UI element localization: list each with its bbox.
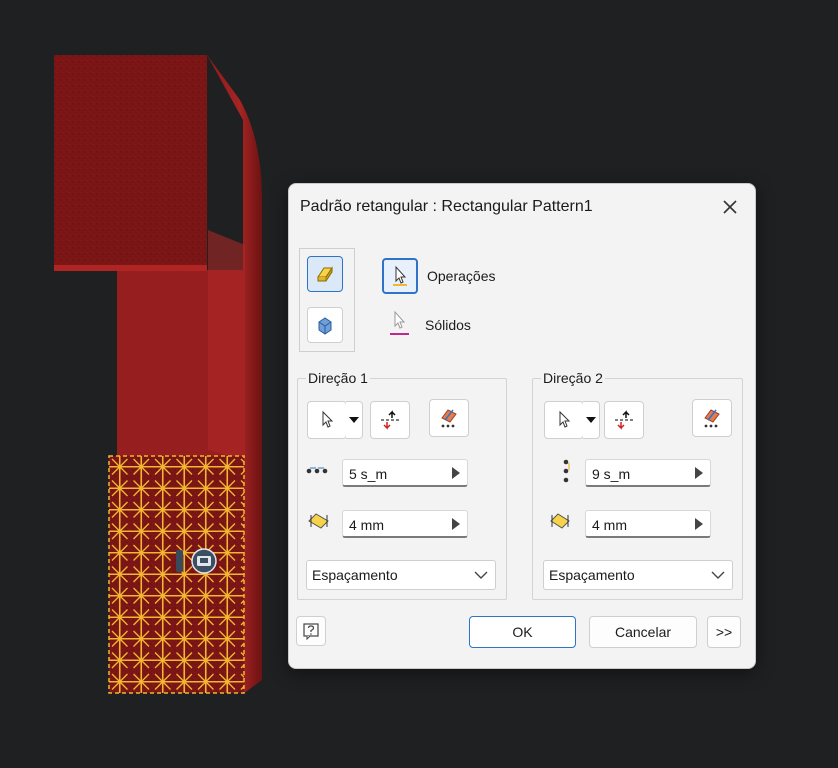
pattern-mode-group	[299, 248, 355, 352]
count-icon	[304, 459, 334, 483]
direction2-spacing-field[interactable]	[585, 510, 711, 538]
chevron-down-icon	[474, 571, 488, 579]
pattern-features-button[interactable]	[307, 256, 343, 292]
count-vertical-icon	[551, 457, 581, 487]
flip-direction-icon	[381, 410, 399, 430]
ok-button[interactable]: OK	[469, 616, 576, 648]
solids-label: Sólidos	[425, 317, 471, 333]
direction1-select-dropdown[interactable]	[346, 401, 363, 439]
play-arrow-icon	[695, 518, 703, 530]
features-label: Operações	[427, 268, 496, 284]
close-icon	[723, 200, 737, 214]
direction1-spacing-arrow[interactable]	[445, 511, 467, 537]
direction2-select-dropdown[interactable]	[583, 401, 600, 439]
pattern-solids-button[interactable]	[307, 307, 343, 343]
dialog-title: Padrão retangular : Rectangular Pattern1	[300, 198, 593, 215]
spacing-icon	[304, 509, 334, 533]
direction1-count-arrow[interactable]	[445, 460, 467, 486]
play-arrow-icon	[452, 467, 460, 479]
direction1-flip-button[interactable]	[370, 401, 410, 439]
midplane-icon	[704, 409, 720, 428]
chevron-down-icon	[711, 571, 725, 579]
direction1-method-select[interactable]: Espaçamento	[306, 560, 496, 590]
direction2-group: Direção 2 9 s_m 4 mm Espaçamento	[532, 370, 743, 600]
cursor-icon	[559, 410, 571, 428]
rectangular-pattern-dialog: Padrão retangular : Rectangular Pattern1	[288, 183, 756, 669]
direction1-midplane-button[interactable]	[429, 399, 469, 437]
direction2-flip-button[interactable]	[604, 401, 644, 439]
direction1-label: Direção 1	[306, 370, 370, 386]
pattern-glyph-icon	[176, 548, 217, 574]
midplane-icon	[441, 409, 457, 428]
play-arrow-icon	[452, 518, 460, 530]
close-button[interactable]	[719, 196, 741, 218]
cursor-icon	[322, 410, 334, 428]
direction2-count-input[interactable]	[586, 460, 694, 487]
direction2-spacing-input[interactable]	[586, 511, 694, 538]
direction2-spacing-arrow[interactable]	[688, 511, 710, 537]
spacing-icon	[545, 509, 575, 533]
direction1-spacing-field[interactable]	[342, 510, 468, 538]
direction1-group: Direção 1 5 s_m 4 mm Espaçamento	[297, 370, 507, 600]
direction2-path-select-button[interactable]	[544, 401, 584, 439]
flip-direction-icon	[615, 410, 633, 430]
pattern-features-icon	[317, 266, 333, 282]
direction1-count-field[interactable]	[342, 459, 468, 487]
direction1-path-select-button[interactable]	[307, 401, 347, 439]
more-options-button[interactable]: >>	[707, 616, 741, 648]
solids-select-button[interactable]	[382, 306, 416, 340]
help-button[interactable]	[296, 616, 326, 646]
direction2-count-arrow[interactable]	[688, 460, 710, 486]
direction2-count-field[interactable]	[585, 459, 711, 487]
caret-down-icon	[349, 417, 359, 423]
features-select-button[interactable]	[382, 258, 418, 294]
caret-down-icon	[586, 417, 596, 423]
direction1-spacing-input[interactable]	[343, 511, 451, 538]
cursor-icon	[393, 265, 407, 286]
cursor-icon	[390, 310, 409, 335]
play-arrow-icon	[695, 467, 703, 479]
direction1-count-input[interactable]	[343, 460, 451, 487]
direction2-method-select[interactable]: Espaçamento	[543, 560, 733, 590]
pattern-solids-icon	[318, 317, 332, 335]
direction2-label: Direção 2	[541, 370, 605, 386]
direction1-method-value: Espaçamento	[312, 567, 398, 583]
direction2-midplane-button[interactable]	[692, 399, 732, 437]
help-icon	[303, 623, 319, 640]
cancel-button[interactable]: Cancelar	[589, 616, 697, 648]
direction2-method-value: Espaçamento	[549, 567, 635, 583]
